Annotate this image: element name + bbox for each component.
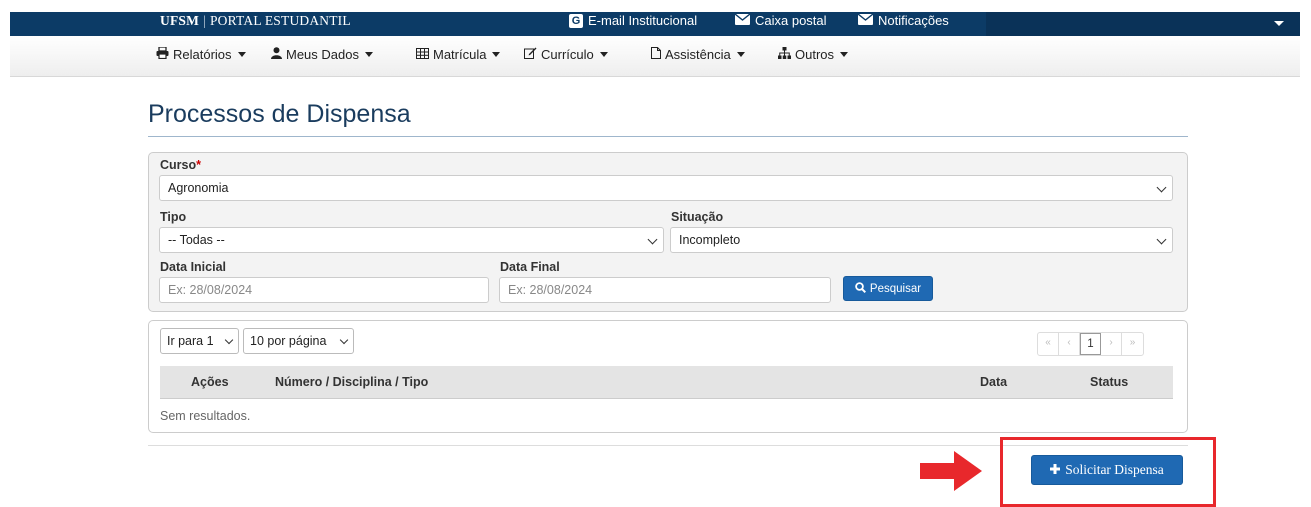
menu-label: Matrícula [433,47,487,62]
pager-current[interactable]: 1 [1080,333,1101,355]
user-menu-area[interactable] [986,12,1300,36]
brand-separator: | [203,13,206,28]
empty-results-text: Sem resultados. [160,409,251,423]
situacao-label: Situação [671,210,724,224]
envelope-icon [734,13,751,28]
request-dispensa-label: Solicitar Dispensa [1065,462,1164,477]
pagination: « ‹ 1 › » [1037,332,1144,356]
tipo-select[interactable]: -- Todas -- [159,227,664,253]
search-button-label: Pesquisar [869,282,922,295]
data-inicial-label: Data Inicial [160,260,226,274]
search-icon [855,281,866,296]
page-title: Processos de Dispensa [148,100,411,128]
tipo-value: -- Todas -- [168,233,225,247]
arrow-right-icon [920,451,982,494]
situacao-value: Incompleto [679,233,741,247]
pager-next[interactable]: › [1101,333,1122,355]
column-header[interactable]: Ações [191,375,229,389]
brand-main: UFSM [160,13,200,28]
results-table-header: Ações Número / Disciplina / Tipo Data St… [160,366,1173,399]
caret-down-icon [492,52,501,57]
menu-relatorios[interactable]: Relatórios [156,46,246,62]
institutional-email-label: E-mail Institucional [588,13,698,28]
brand[interactable]: UFSM | PORTAL ESTUDANTIL [160,13,351,29]
column-header[interactable]: Status [1090,375,1128,389]
envelope-icon [857,13,874,28]
menu-meus-dados[interactable]: Meus Dados [271,47,373,62]
edit-icon [524,47,537,62]
top-bar: UFSM | PORTAL ESTUDANTIL G E-mail Instituc… [10,12,1300,36]
goto-page-select[interactable]: Ir para 1 [160,328,239,354]
goto-page-value: Ir para 1 [167,334,214,348]
data-final-input[interactable]: Ex: 28/08/2024 [499,277,831,303]
request-dispensa-button[interactable]: Solicitar Dispensa [1031,455,1183,485]
menu-assistencia[interactable]: Assistência [651,47,745,62]
search-button[interactable]: Pesquisar [843,276,933,301]
mailbox-label: Caixa postal [755,13,827,28]
chevron-down-icon [1156,182,1167,193]
chevron-down-icon [1156,234,1167,245]
caret-down-icon [736,52,745,57]
menu-label: Currículo [541,47,594,62]
per-page-value: 10 por página [250,334,327,348]
menu-matricula[interactable]: Matrícula [416,47,501,62]
pager-prev[interactable]: ‹ [1059,333,1080,355]
caret-down-icon [237,52,246,57]
curso-label: Curso* [160,158,201,172]
chevron-down-icon [339,335,349,345]
tipo-label: Tipo [160,210,187,224]
menu-label: Meus Dados [286,47,359,62]
situacao-select[interactable]: Incompleto [670,227,1173,253]
per-page-select[interactable]: 10 por página [243,328,354,354]
notifications-link[interactable]: Notificações [857,13,949,28]
table-icon [416,47,429,62]
brand-sub: PORTAL ESTUDANTIL [209,13,351,28]
main-menu: Relatórios Meus Dados Matrícula Currícul… [10,36,1300,77]
caret-down-icon [840,52,849,57]
data-final-label: Data Final [500,260,560,274]
curso-select[interactable]: Agronomia [159,175,1173,201]
pager-first[interactable]: « [1038,333,1059,355]
menu-label: Assistência [665,47,731,62]
column-header[interactable]: Data [980,375,1007,389]
column-header[interactable]: Número / Disciplina / Tipo [275,375,428,389]
chevron-down-icon [647,234,658,245]
institutional-email-link[interactable]: G E-mail Institucional [569,13,697,28]
data-inicial-input[interactable]: Ex: 28/08/2024 [159,277,489,303]
title-divider [148,136,1188,137]
google-icon: G [569,13,583,28]
caret-down-icon [364,52,373,57]
menu-outros[interactable]: Outros [778,47,849,62]
caret-down-icon [599,52,608,57]
plus-icon [1050,462,1061,478]
chevron-down-icon [224,335,234,345]
menu-label: Relatórios [173,47,232,62]
caret-down-icon[interactable] [1274,21,1284,26]
menu-label: Outros [795,47,835,62]
printer-icon [156,46,169,62]
curso-value: Agronomia [168,181,229,195]
mailbox-link[interactable]: Caixa postal [734,13,827,28]
sitemap-icon [778,47,791,62]
user-icon [271,47,282,62]
file-icon [651,47,661,62]
pager-last[interactable]: » [1122,333,1143,355]
required-marker: * [196,158,201,172]
notifications-label: Notificações [878,13,949,28]
menu-curriculo[interactable]: Currículo [524,47,608,62]
